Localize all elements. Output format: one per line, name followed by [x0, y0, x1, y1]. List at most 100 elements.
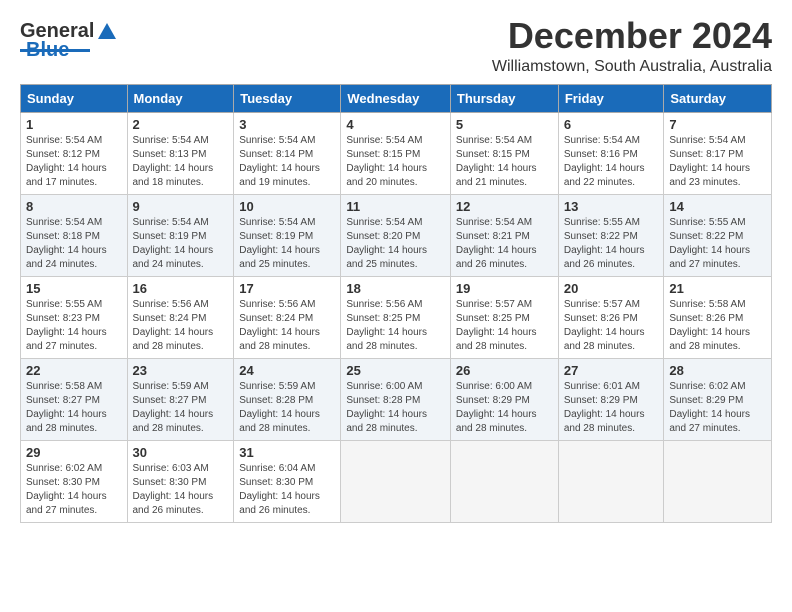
day-info: Sunrise: 5:54 AMSunset: 8:19 PMDaylight:… — [239, 216, 335, 272]
day-number: 2 — [133, 117, 229, 132]
day-number: 28 — [669, 363, 766, 378]
calendar-cell: 11 Sunrise: 5:54 AMSunset: 8:20 PMDayligh… — [341, 194, 451, 276]
calendar-cell: 19 Sunrise: 5:57 AMSunset: 8:25 PMDayligh… — [450, 276, 558, 358]
title-block: December 2024 Williamstown, South Austra… — [492, 16, 772, 76]
day-info: Sunrise: 5:54 AMSunset: 8:18 PMDaylight:… — [26, 216, 122, 272]
logo-blue: Blue — [26, 39, 69, 62]
calendar-cell: 24Sunrise: 5:59 AMSunset: 8:28 PMDayligh… — [234, 358, 341, 440]
day-info: Sunrise: 5:59 AMSunset: 8:27 PMDaylight:… — [133, 380, 229, 436]
calendar-cell: 1Sunrise: 5:54 AMSunset: 8:12 PMDaylight… — [21, 112, 128, 194]
day-info: Sunrise: 5:57 AMSunset: 8:25 PMDaylight:… — [456, 298, 553, 354]
day-number: 6 — [564, 117, 659, 132]
calendar-cell: 27 Sunrise: 6:01 AMSunset: 8:29 PMDayligh… — [558, 358, 664, 440]
calendar-cell: 21 Sunrise: 5:58 AMSunset: 8:26 PMDayligh… — [664, 276, 772, 358]
day-info: Sunrise: 5:54 AMSunset: 8:17 PMDaylight:… — [669, 134, 766, 190]
day-number: 31 — [239, 445, 335, 460]
calendar-cell: 5 Sunrise: 5:54 AMSunset: 8:15 PMDaylight… — [450, 112, 558, 194]
day-info: Sunrise: 6:04 AMSunset: 8:30 PMDaylight:… — [239, 462, 335, 518]
day-info: Sunrise: 6:02 AMSunset: 8:30 PMDaylight:… — [26, 462, 122, 518]
day-info: Sunrise: 5:55 AMSunset: 8:22 PMDaylight:… — [669, 216, 766, 272]
calendar-cell — [341, 440, 451, 522]
day-number: 16 — [133, 281, 229, 296]
calendar-cell: 9 Sunrise: 5:54 AMSunset: 8:19 PMDaylight… — [127, 194, 234, 276]
day-number: 30 — [133, 445, 229, 460]
day-info: Sunrise: 5:54 AMSunset: 8:20 PMDaylight:… — [346, 216, 445, 272]
day-number: 23 — [133, 363, 229, 378]
calendar-cell: 4Sunrise: 5:54 AMSunset: 8:15 PMDaylight… — [341, 112, 451, 194]
day-number: 25 — [346, 363, 445, 378]
day-number: 4 — [346, 117, 445, 132]
col-header-monday: Monday — [127, 84, 234, 112]
day-number: 12 — [456, 199, 553, 214]
day-info: Sunrise: 5:58 AMSunset: 8:26 PMDaylight:… — [669, 298, 766, 354]
calendar-cell: 17 Sunrise: 5:56 AMSunset: 8:24 PMDayligh… — [234, 276, 341, 358]
calendar-cell: 30 Sunrise: 6:03 AMSunset: 8:30 PMDayligh… — [127, 440, 234, 522]
col-header-friday: Friday — [558, 84, 664, 112]
calendar-cell: 3 Sunrise: 5:54 AMSunset: 8:14 PMDaylight… — [234, 112, 341, 194]
page-header: General Blue December 2024 Williamstown,… — [20, 16, 772, 76]
day-number: 10 — [239, 199, 335, 214]
calendar-cell: 26 Sunrise: 6:00 AMSunset: 8:29 PMDayligh… — [450, 358, 558, 440]
day-number: 11 — [346, 199, 445, 214]
day-info: Sunrise: 5:57 AMSunset: 8:26 PMDaylight:… — [564, 298, 659, 354]
day-number: 26 — [456, 363, 553, 378]
day-info: Sunrise: 6:00 AMSunset: 8:28 PMDaylight:… — [346, 380, 445, 436]
day-info: Sunrise: 5:55 AMSunset: 8:22 PMDaylight:… — [564, 216, 659, 272]
day-number: 14 — [669, 199, 766, 214]
day-number: 15 — [26, 281, 122, 296]
day-number: 9 — [133, 199, 229, 214]
calendar-cell: 16 Sunrise: 5:56 AMSunset: 8:24 PMDayligh… — [127, 276, 234, 358]
day-info: Sunrise: 6:03 AMSunset: 8:30 PMDaylight:… — [133, 462, 229, 518]
day-number: 13 — [564, 199, 659, 214]
day-number: 17 — [239, 281, 335, 296]
day-number: 21 — [669, 281, 766, 296]
day-info: Sunrise: 5:54 AMSunset: 8:13 PMDaylight:… — [133, 134, 229, 190]
day-info: Sunrise: 5:56 AMSunset: 8:24 PMDaylight:… — [133, 298, 229, 354]
day-number: 24 — [239, 363, 335, 378]
calendar-cell — [558, 440, 664, 522]
logo: General Blue — [20, 20, 118, 62]
day-info: Sunrise: 6:00 AMSunset: 8:29 PMDaylight:… — [456, 380, 553, 436]
day-number: 29 — [26, 445, 122, 460]
col-header-wednesday: Wednesday — [341, 84, 451, 112]
day-info: Sunrise: 5:56 AMSunset: 8:25 PMDaylight:… — [346, 298, 445, 354]
day-info: Sunrise: 5:54 AMSunset: 8:14 PMDaylight:… — [239, 134, 335, 190]
calendar-cell: 2 Sunrise: 5:54 AMSunset: 8:13 PMDaylight… — [127, 112, 234, 194]
calendar-cell: 20Sunrise: 5:57 AMSunset: 8:26 PMDayligh… — [558, 276, 664, 358]
calendar-cell: 12 Sunrise: 5:54 AMSunset: 8:21 PMDayligh… — [450, 194, 558, 276]
day-info: Sunrise: 6:01 AMSunset: 8:29 PMDaylight:… — [564, 380, 659, 436]
day-number: 18 — [346, 281, 445, 296]
col-header-thursday: Thursday — [450, 84, 558, 112]
day-number: 7 — [669, 117, 766, 132]
calendar-cell: 25 Sunrise: 6:00 AMSunset: 8:28 PMDayligh… — [341, 358, 451, 440]
calendar-cell: 31 Sunrise: 6:04 AMSunset: 8:30 PMDayligh… — [234, 440, 341, 522]
calendar-cell: 18 Sunrise: 5:56 AMSunset: 8:25 PMDayligh… — [341, 276, 451, 358]
day-info: Sunrise: 5:58 AMSunset: 8:27 PMDaylight:… — [26, 380, 122, 436]
day-info: Sunrise: 5:54 AMSunset: 8:21 PMDaylight:… — [456, 216, 553, 272]
logo-icon — [96, 21, 118, 43]
day-info: Sunrise: 6:02 AMSunset: 8:29 PMDaylight:… — [669, 380, 766, 436]
day-info: Sunrise: 5:54 AMSunset: 8:12 PMDaylight:… — [26, 134, 122, 190]
col-header-tuesday: Tuesday — [234, 84, 341, 112]
day-info: Sunrise: 5:56 AMSunset: 8:24 PMDaylight:… — [239, 298, 335, 354]
day-number: 5 — [456, 117, 553, 132]
day-info: Sunrise: 5:54 AMSunset: 8:15 PMDaylight:… — [456, 134, 553, 190]
day-number: 19 — [456, 281, 553, 296]
calendar-cell: 15Sunrise: 5:55 AMSunset: 8:23 PMDayligh… — [21, 276, 128, 358]
day-info: Sunrise: 5:54 AMSunset: 8:19 PMDaylight:… — [133, 216, 229, 272]
day-number: 22 — [26, 363, 122, 378]
calendar-cell: 13 Sunrise: 5:55 AMSunset: 8:22 PMDayligh… — [558, 194, 664, 276]
calendar-cell: 14 Sunrise: 5:55 AMSunset: 8:22 PMDayligh… — [664, 194, 772, 276]
calendar-cell: 10 Sunrise: 5:54 AMSunset: 8:19 PMDayligh… — [234, 194, 341, 276]
day-info: Sunrise: 5:54 AMSunset: 8:16 PMDaylight:… — [564, 134, 659, 190]
day-number: 8 — [26, 199, 122, 214]
day-number: 3 — [239, 117, 335, 132]
col-header-saturday: Saturday — [664, 84, 772, 112]
col-header-sunday: Sunday — [21, 84, 128, 112]
calendar-cell — [450, 440, 558, 522]
location: Williamstown, South Australia, Australia — [492, 58, 772, 76]
calendar-cell: 28 Sunrise: 6:02 AMSunset: 8:29 PMDayligh… — [664, 358, 772, 440]
day-number: 27 — [564, 363, 659, 378]
calendar-table: SundayMondayTuesdayWednesdayThursdayFrid… — [20, 84, 772, 523]
calendar-cell — [664, 440, 772, 522]
